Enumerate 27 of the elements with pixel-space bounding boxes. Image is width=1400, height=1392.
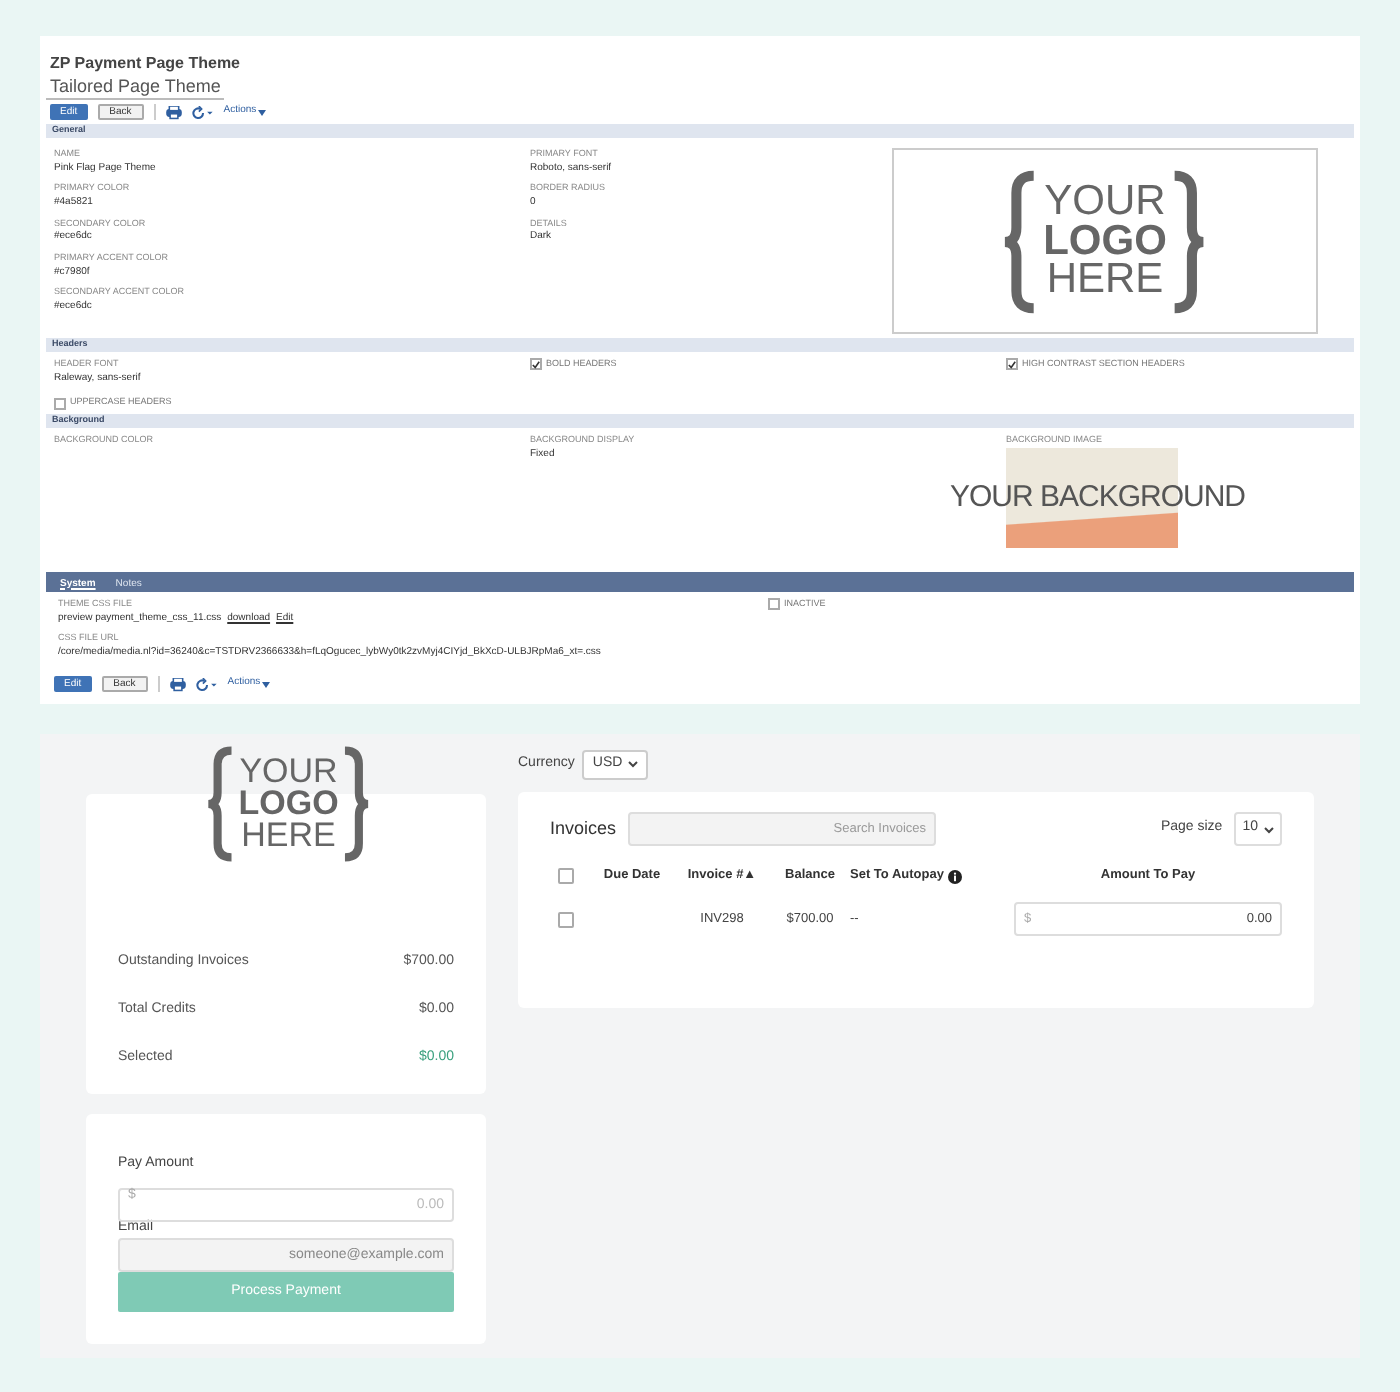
checkbox[interactable] [530,358,542,371]
print-icon[interactable] [165,105,182,119]
logo-text: LOGO [1043,221,1167,261]
info-icon [947,869,962,883]
checkmark-icon [532,359,540,370]
background-image-text: YOUR BACKGROUND [950,477,1246,518]
checkmark-icon [1008,359,1016,370]
logo-text: YOUR [1044,181,1166,222]
logo-text: HERE [241,820,336,853]
caret-icon [262,681,271,687]
caret-icon [258,109,267,115]
logo-text: HERE [1046,260,1164,301]
logo-text: YOUR [239,755,338,788]
invoices-title: Invoices [550,815,617,842]
chevron-icon [1264,825,1274,833]
checkbox[interactable] [768,598,780,611]
checkbox[interactable] [54,397,66,410]
checkbox[interactable] [558,911,574,927]
record-subtitle: Tailored Page Theme [46,76,225,100]
checkbox[interactable] [558,868,574,884]
checkbox[interactable] [1006,358,1018,371]
refresh-icon[interactable] [191,105,214,119]
record-title: ZP Payment Page Theme [48,52,242,76]
logo-text: LOGO [238,787,339,821]
chevron-icon [628,760,639,768]
print-icon[interactable] [169,677,186,691]
refresh-icon[interactable] [195,677,218,691]
